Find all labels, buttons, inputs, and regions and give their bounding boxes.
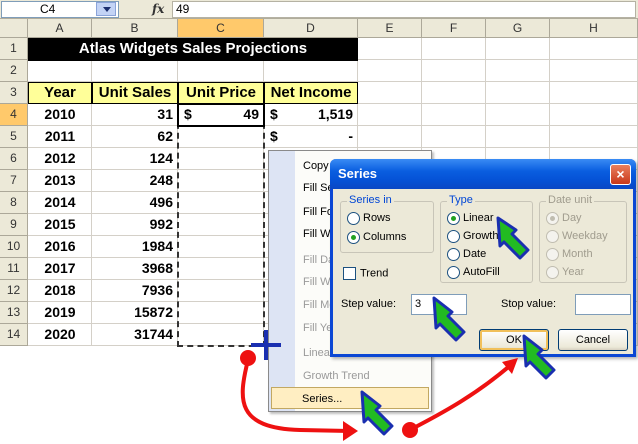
arrow-icon-series	[360, 390, 394, 436]
arrow-icon-linear	[496, 216, 530, 260]
annotation-overlay	[240, 216, 556, 441]
arrow-icon-step-value	[432, 296, 466, 342]
connector-start-dot	[240, 350, 256, 366]
arrow-icon-ok	[522, 334, 556, 380]
connector-mid-dot	[402, 422, 418, 438]
